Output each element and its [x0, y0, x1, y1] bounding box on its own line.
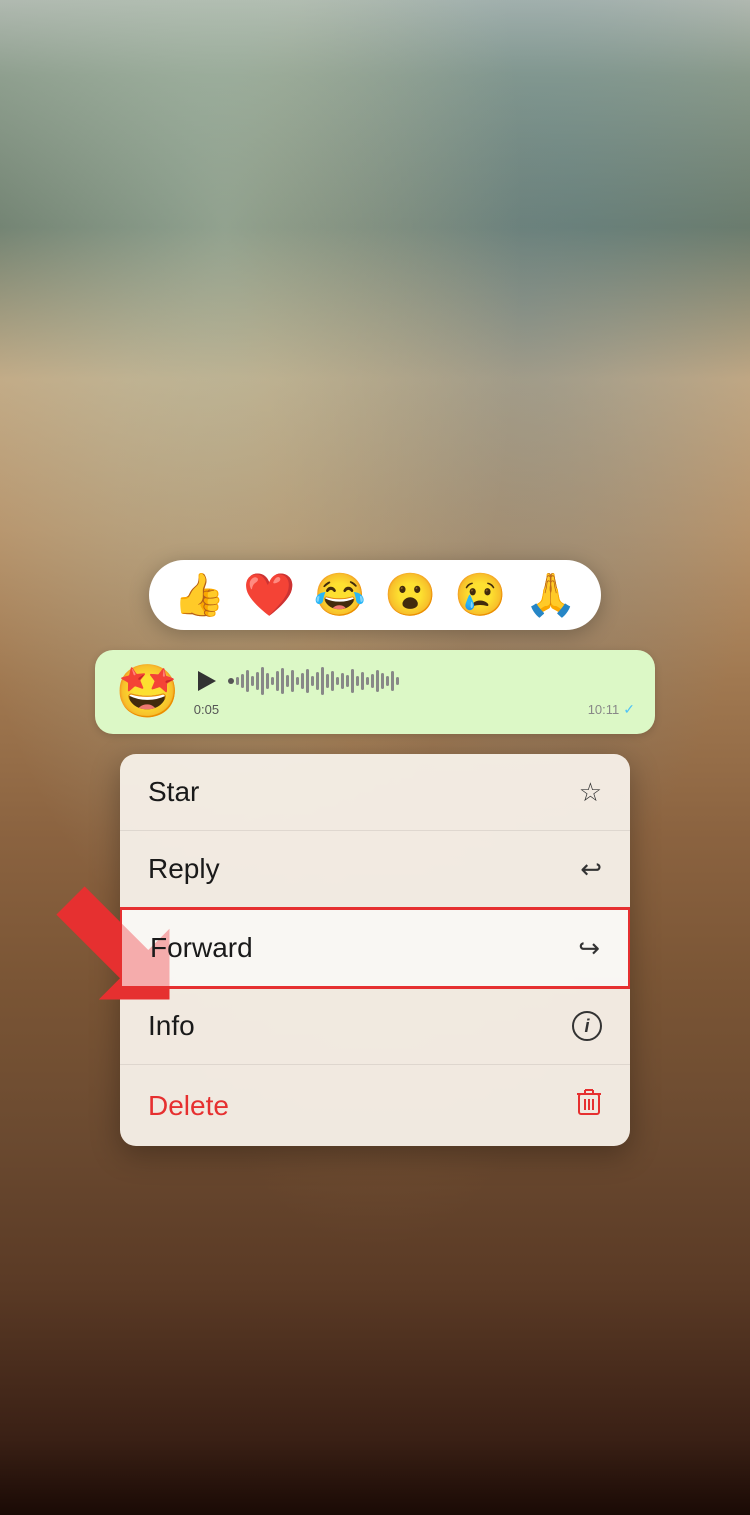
emoji-cry[interactable]: 😢 — [454, 574, 506, 616]
reply-icon: ↩ — [580, 854, 602, 885]
voice-controls[interactable] — [194, 667, 635, 695]
sender-emoji: 🤩 — [115, 666, 180, 718]
menu-item-forward[interactable]: Forward ↪ — [120, 907, 630, 989]
forward-label: Forward — [150, 932, 253, 964]
emoji-pray[interactable]: 🙏 — [525, 574, 577, 616]
menu-item-star[interactable]: Star ☆ — [120, 754, 630, 831]
wave-progress-dot — [228, 678, 234, 684]
current-time: 0:05 — [194, 702, 219, 717]
wave-bars — [236, 667, 635, 695]
total-time: 10:11 ✓ — [588, 701, 635, 718]
emoji-heart[interactable]: ❤️ — [243, 574, 295, 616]
menu-item-delete[interactable]: Delete — [120, 1065, 630, 1146]
emoji-surprised[interactable]: 😮 — [384, 574, 436, 616]
play-button[interactable] — [198, 671, 216, 691]
read-checkmark: ✓ — [623, 701, 635, 718]
delete-icon — [576, 1087, 602, 1124]
star-label: Star — [148, 776, 199, 808]
voice-content: 0:05 10:11 ✓ — [194, 667, 635, 718]
delete-label: Delete — [148, 1090, 229, 1122]
time-row: 0:05 10:11 ✓ — [194, 701, 635, 718]
waveform — [228, 667, 635, 695]
emoji-laugh[interactable]: 😂 — [314, 574, 366, 616]
forward-icon: ↪ — [578, 933, 600, 964]
voice-message-bubble: 🤩 — [95, 650, 655, 734]
emoji-thumbsup[interactable]: 👍 — [173, 574, 225, 616]
star-icon: ☆ — [579, 777, 602, 808]
emoji-reaction-bar[interactable]: 👍 ❤️ 😂 😮 😢 🙏 — [149, 560, 601, 630]
info-icon: i — [572, 1011, 602, 1041]
context-menu: Star ☆ Reply ↩ Forward ↪ Info i Delete — [120, 754, 630, 1146]
